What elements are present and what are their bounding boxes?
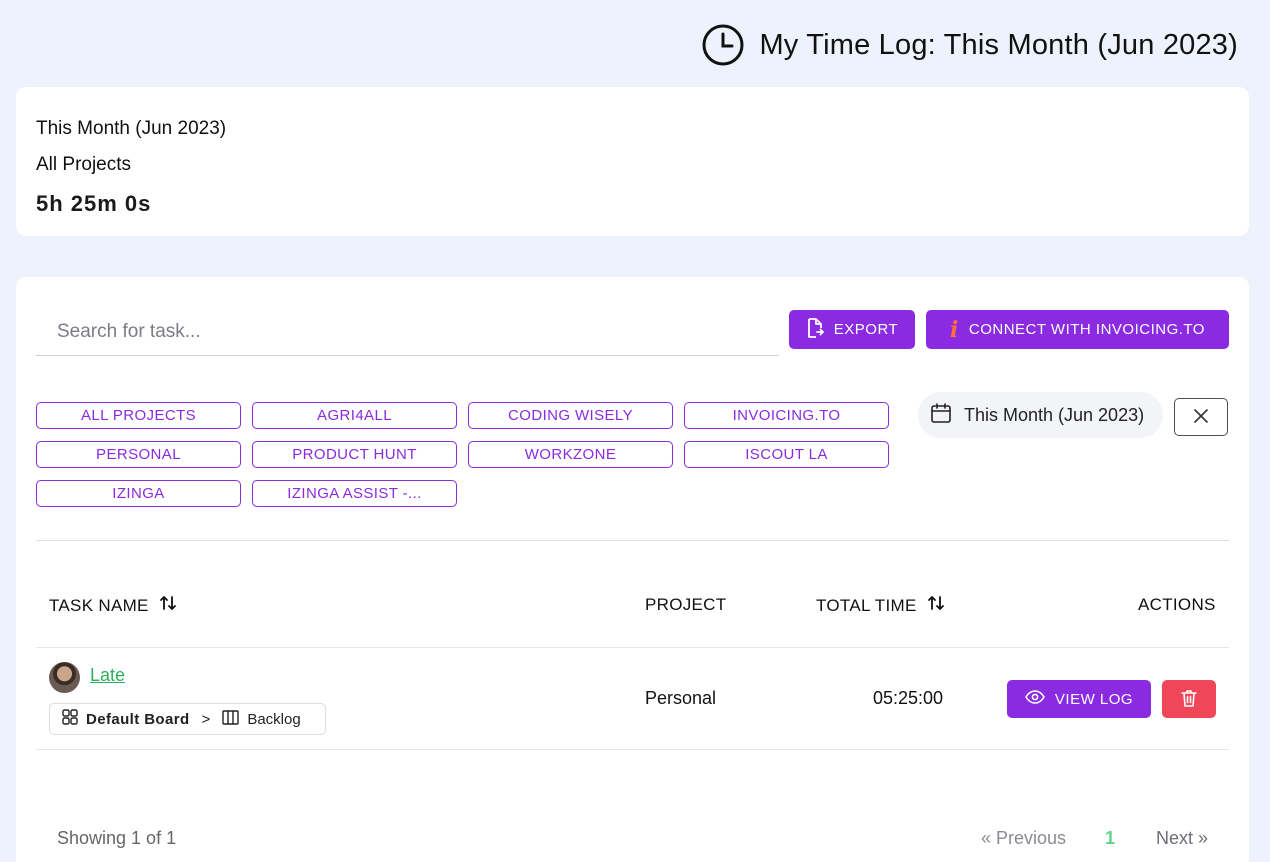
summary-scope: All Projects <box>36 154 132 175</box>
pagination-page-1[interactable]: 1 <box>1105 828 1115 849</box>
export-label: EXPORT <box>833 321 899 338</box>
page-title: My Time Log: This Month (Jun 2023) <box>759 28 1238 61</box>
task-link[interactable]: Late <box>90 665 125 686</box>
column-header-total-time[interactable]: TOTAL TIME <box>816 595 945 616</box>
connect-label: CONNECT WITH INVOICING.TO <box>968 321 1205 338</box>
calendar-icon <box>930 402 952 429</box>
column-header-label: TASK NAME <box>49 595 149 615</box>
view-log-label: VIEW LOG <box>1054 690 1134 708</box>
filter-chip-invoicing-to[interactable]: INVOICING.TO <box>684 402 889 429</box>
eye-icon <box>1025 690 1045 708</box>
filter-chip-izinga[interactable]: IZINGA <box>36 480 241 507</box>
filter-chip-personal[interactable]: PERSONAL <box>36 441 241 468</box>
divider <box>36 749 1229 750</box>
filter-chip-product-hunt[interactable]: PRODUCT HUNT <box>252 441 457 468</box>
summary-total-time: 5h 25m 0s <box>36 191 152 216</box>
column-header-label: ACTIONS <box>1138 595 1216 614</box>
view-log-button[interactable]: VIEW LOG <box>1007 680 1151 718</box>
export-button[interactable]: EXPORT <box>789 310 915 349</box>
filter-chip-workzone[interactable]: WORKZONE <box>468 441 673 468</box>
clock-icon <box>701 23 745 67</box>
column-header-project: PROJECT <box>645 595 726 615</box>
breadcrumb-separator: > <box>201 710 211 728</box>
columns-icon <box>222 709 240 729</box>
pagination-next[interactable]: Next » <box>1156 828 1208 849</box>
export-file-icon <box>806 317 824 342</box>
filter-chip-coding-wisely[interactable]: CODING WISELY <box>468 402 673 429</box>
page-header: My Time Log: This Month (Jun 2023) <box>701 16 1238 74</box>
project-filter-group: ALL PROJECTS AGRI4ALL CODING WISELY INVO… <box>36 402 889 507</box>
date-range-label: This Month (Jun 2023) <box>964 404 1145 425</box>
invoicing-logo-icon: i <box>950 316 959 343</box>
filter-chip-agri4all[interactable]: AGRI4ALL <box>252 402 457 429</box>
column-header-task-name[interactable]: TASK NAME <box>49 595 177 616</box>
showing-count: Showing 1 of 1 <box>57 828 177 848</box>
filter-chip-izinga-assist[interactable]: IZINGA ASSIST -... <box>252 480 457 507</box>
sort-icon <box>927 595 945 616</box>
divider <box>36 540 1229 541</box>
date-range-picker[interactable]: This Month (Jun 2023) <box>918 392 1163 438</box>
time-log-card: EXPORT i CONNECT WITH INVOICING.TO ALL P… <box>16 277 1249 862</box>
list-name: Backlog <box>247 710 301 728</box>
clear-date-button[interactable] <box>1174 398 1228 436</box>
summary-card: This Month (Jun 2023) All Projects 5h 25… <box>16 87 1249 236</box>
divider <box>36 647 1229 648</box>
close-icon <box>1194 408 1208 426</box>
summary-period: This Month (Jun 2023) <box>36 118 227 139</box>
avatar <box>49 662 80 693</box>
column-header-label: PROJECT <box>645 595 727 614</box>
column-header-label: TOTAL TIME <box>816 595 917 615</box>
board-name: Default Board <box>86 710 190 728</box>
trash-icon <box>1181 689 1197 710</box>
delete-button[interactable] <box>1162 680 1216 718</box>
board-grid-icon <box>62 709 78 729</box>
search-field <box>36 309 779 356</box>
sort-icon <box>159 595 177 616</box>
pagination-previous[interactable]: « Previous <box>981 828 1066 849</box>
connect-invoicing-button[interactable]: i CONNECT WITH INVOICING.TO <box>926 310 1229 349</box>
board-breadcrumb: Default Board > Backlog <box>49 703 326 735</box>
filter-chip-all-projects[interactable]: ALL PROJECTS <box>36 402 241 429</box>
filter-chip-iscout-la[interactable]: ISCOUT LA <box>684 441 889 468</box>
column-header-actions: ACTIONS <box>1138 595 1216 615</box>
cell-project: Personal <box>645 688 717 708</box>
cell-total-time: 05:25:00 <box>873 688 944 708</box>
search-input[interactable] <box>36 309 779 355</box>
